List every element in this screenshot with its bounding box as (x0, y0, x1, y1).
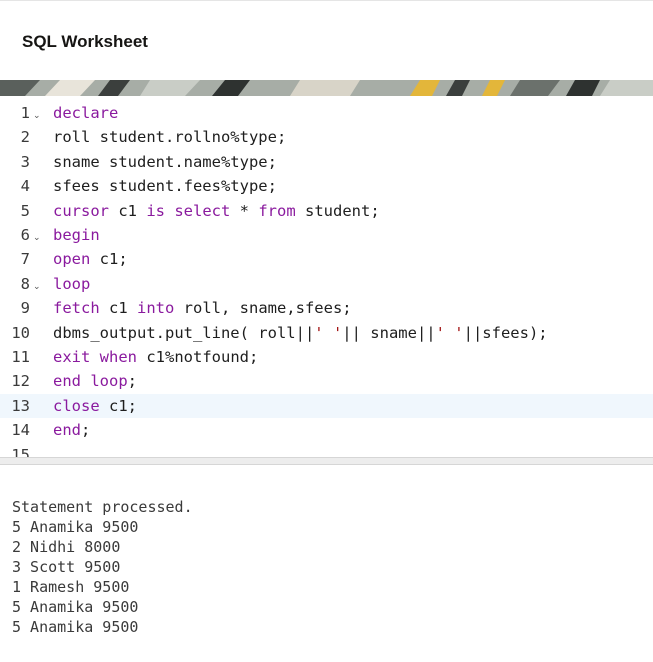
code-token: roll student.rollno%type; (53, 128, 287, 147)
keyword-token: when (99, 348, 137, 366)
output-row: 1 Ramesh 9500 (12, 578, 130, 596)
keyword-token: begin (53, 226, 100, 244)
line-number: 5 (20, 201, 30, 220)
line-number: 8 (20, 274, 30, 293)
output-panel: Statement processed. 5 Anamika 9500 2 Nidh… (12, 497, 193, 637)
code-text: close c1; (53, 394, 137, 418)
line-number: 1 (20, 104, 30, 122)
code-token: c1 (109, 201, 147, 220)
output-row: 5 Anamika 9500 (12, 598, 139, 616)
worksheet-header: SQL Worksheet (0, 0, 653, 80)
code-line[interactable]: 1 ⌄ declare (0, 101, 653, 125)
code-text: begin (53, 223, 100, 247)
line-number: 12 (11, 372, 30, 391)
code-line[interactable]: 14 end; (0, 418, 653, 442)
code-text: open c1; (53, 247, 128, 271)
line-number: 10 (11, 323, 30, 342)
output-row: 2 Nidhi 8000 (12, 538, 121, 556)
line-number: 15 (11, 445, 30, 458)
code-text: roll student.rollno%type; (53, 125, 286, 149)
code-line[interactable]: 11 exit when c1%notfound; (0, 345, 653, 369)
chevron-down-icon[interactable]: ⌄ (33, 104, 41, 128)
code-text: sfees student.fees%type; (53, 174, 277, 198)
code-line[interactable]: 9 fetch c1 into roll, sname,sfees; (0, 296, 653, 320)
line-number: 6 (20, 226, 30, 244)
code-text: declare (53, 101, 118, 125)
code-text: dbms_output.put_line( roll||' '|| sname|… (53, 321, 548, 345)
keyword-token: open (53, 250, 91, 269)
line-number: 11 (11, 348, 30, 366)
output-row: 5 Anamika 9500 (12, 618, 139, 636)
keyword-token: close (53, 396, 100, 415)
keyword-token: fetch (53, 299, 100, 318)
code-line[interactable]: 10 dbms_output.put_line( roll||' '|| snam… (0, 321, 653, 345)
code-token: sfees student.fees%type; (53, 177, 277, 196)
keyword-token: select (174, 201, 231, 220)
string-token: ' ' (435, 323, 464, 342)
code-token: c1%notfound; (137, 348, 259, 366)
string-token: ' ' (314, 323, 343, 342)
panel-splitter[interactable] (0, 457, 653, 465)
line-number: 14 (11, 421, 30, 440)
code-line[interactable]: 8 ⌄ loop (0, 272, 653, 296)
keyword-token: from (258, 201, 296, 220)
code-text: exit when c1%notfound; (53, 345, 258, 369)
code-line[interactable]: 13 close c1; (0, 393, 653, 418)
chevron-down-icon[interactable]: ⌄ (33, 275, 41, 299)
decorative-banner (0, 80, 653, 96)
keyword-token: end (53, 421, 81, 440)
code-line[interactable]: 2 roll student.rollno%type; (0, 125, 653, 149)
code-line[interactable]: 6 ⌄ begin (0, 223, 653, 247)
code-line[interactable]: 15 (0, 443, 653, 458)
code-token: roll, sname,sfees; (174, 299, 352, 318)
page-title: SQL Worksheet (22, 32, 148, 51)
chevron-down-icon[interactable]: ⌄ (33, 226, 41, 250)
keyword-token: exit (53, 348, 91, 366)
code-text: end; (53, 418, 90, 442)
code-line[interactable]: 5 cursor c1 is select * from student; (0, 199, 653, 223)
keyword-token: cursor (53, 201, 109, 220)
line-number: 3 (20, 152, 30, 171)
code-token: c1; (99, 396, 137, 415)
keyword-token: into (137, 299, 175, 318)
status-message: Statement processed. (12, 498, 193, 516)
line-number: 13 (11, 396, 30, 415)
code-text: end loop; (53, 369, 137, 393)
code-line[interactable]: 12 end loop; (0, 369, 653, 393)
line-number: 4 (20, 177, 30, 196)
code-token: ; (81, 421, 91, 440)
keyword-token: loop (53, 274, 91, 293)
output-row: 5 Anamika 9500 (12, 518, 139, 536)
code-line[interactable]: 4 sfees student.fees%type; (0, 174, 653, 198)
code-token: c1 (99, 299, 137, 318)
code-token: c1; (90, 250, 128, 269)
keyword-token: is (146, 201, 165, 220)
code-text: sname student.name%type; (53, 150, 277, 174)
keyword-token: end (53, 372, 81, 391)
code-token: ||sfees); (463, 323, 548, 342)
code-line[interactable]: 7 open c1; (0, 247, 653, 271)
line-number: 2 (20, 128, 30, 147)
line-number: 9 (20, 299, 30, 318)
code-editor[interactable]: 1 ⌄ declare 2 roll student.rollno%type; 3 snam… (0, 96, 653, 458)
code-line[interactable]: 3 sname student.name%type; (0, 150, 653, 174)
code-token: ; (127, 372, 138, 391)
code-token: student; (295, 201, 380, 220)
code-token: sname student.name%type; (53, 152, 277, 171)
code-token: * (230, 201, 259, 220)
code-text: loop (53, 272, 90, 296)
output-row: 3 Scott 9500 (12, 558, 121, 576)
code-token: dbms_output.put_line( roll|| (53, 323, 315, 342)
code-token: || sname|| (342, 323, 436, 342)
keyword-token: declare (53, 104, 119, 122)
line-number: 7 (20, 250, 30, 269)
code-text: cursor c1 is select * from student; (53, 199, 380, 223)
keyword-token: loop (90, 372, 128, 391)
code-text: fetch c1 into roll, sname,sfees; (53, 296, 352, 320)
